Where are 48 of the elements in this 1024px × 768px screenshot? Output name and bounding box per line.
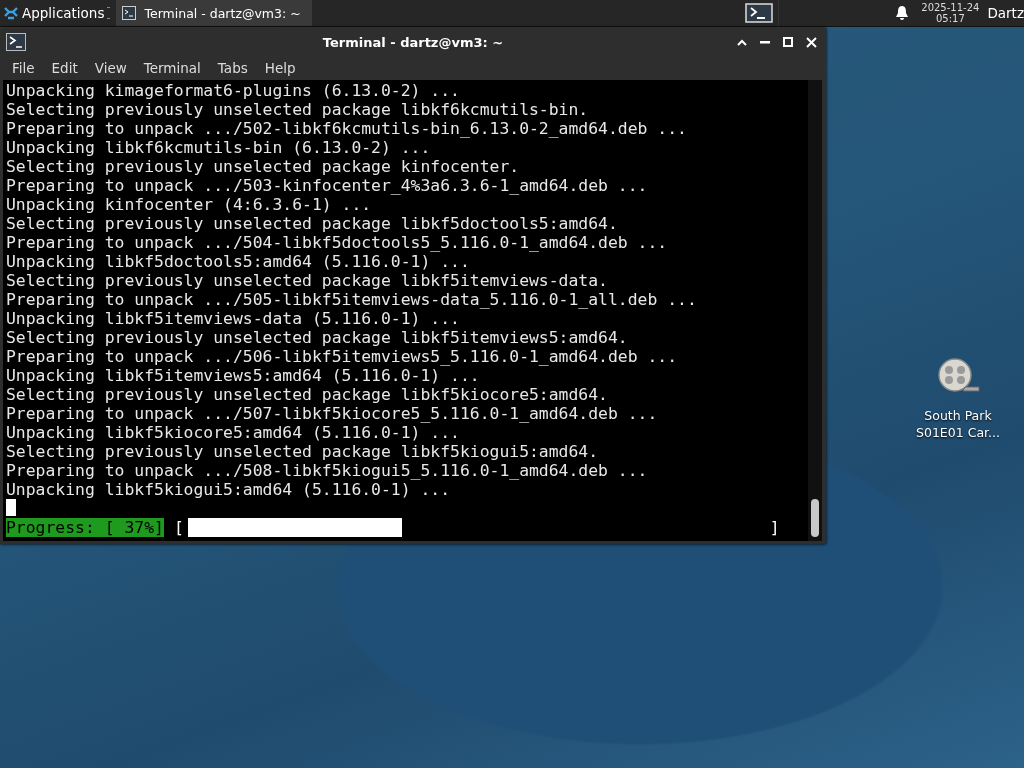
progress-label: Progress: [ 37%]: [6, 518, 164, 537]
terminal-line: Selecting previously unselected package libkf5itemviews-data.: [6, 271, 609, 290]
applications-menu-button[interactable]: Applications: [0, 0, 107, 26]
terminal-line: Selecting previously unselected package libkf5kiocore5:amd64.: [6, 385, 609, 404]
progress-bracket: ]: [769, 518, 780, 537]
terminal-line: Preparing to unpack .../505-libkf5itemviews-data_5.116.0-1_all.deb ...: [6, 290, 698, 309]
terminal-line: Unpacking libkf5itemviews-data (5.116.0-1) ...: [6, 309, 461, 328]
terminal-line: Selecting previously unselected package libkf5itemviews5:amd64.: [6, 328, 629, 347]
text-cursor-icon: [6, 499, 16, 516]
terminal-launcher-icon[interactable]: [745, 3, 774, 23]
progress-bracket: [: [173, 518, 184, 537]
terminal-line: Preparing to unpack .../503-kinfocenter_4%3a6.3.6-1_amd64.deb ...: [6, 176, 649, 195]
terminal-line: Unpacking libkf5itemviews5:amd64 (5.116.0-1) ...: [6, 366, 481, 385]
menu-item[interactable]: Help: [255, 60, 304, 76]
terminal-line: Unpacking libkf5kiocore5:amd64 (5.116.0-1) ...: [6, 423, 461, 442]
terminal-line: Unpacking libkf5kiogui5:amd64 (5.116.0-1) ...: [6, 480, 452, 499]
menu-item[interactable]: Tabs: [208, 60, 256, 76]
shade-icon[interactable]: [737, 38, 747, 46]
terminal-line: Selecting previously unselected package libkf5doctools5:amd64.: [6, 214, 619, 233]
terminal-line: Unpacking libkf5doctools5:amd64 (5.116.0-1) ...: [6, 252, 471, 271]
window-title: Terminal - dartz@vm3: ~: [322, 34, 504, 50]
taskbar-window-button[interactable]: Terminal - dartz@vm3: ~: [116, 0, 313, 26]
menu-item[interactable]: Terminal: [134, 60, 209, 76]
terminal-line: Selecting previously unselected package libkf5kiogui5:amd64.: [6, 442, 600, 461]
terminal-line: Unpacking libkf6kcmutils-bin (6.13.0-2) ...: [6, 138, 432, 157]
terminal-line: Preparing to unpack .../504-libkf5doctools5_5.116.0-1_amd64.deb ...: [6, 233, 669, 252]
desktop-icon-label[interactable]: South Park S01E01 Car...: [908, 407, 1008, 441]
terminal-icon: [6, 33, 26, 51]
terminal-line: Unpacking kimageformat6-plugins (6.13.0-2) ...: [6, 81, 461, 100]
menu-item[interactable]: View: [85, 60, 135, 76]
clock-time: 05:17: [935, 13, 965, 24]
terminal-line: Unpacking kinfocenter (4:6.3.6-1) ...: [6, 195, 373, 214]
minimize-icon[interactable]: [760, 40, 770, 44]
maximize-icon[interactable]: [783, 37, 793, 47]
terminal-line: Preparing to unpack .../506-libkf5itemviews5_5.116.0-1_amd64.deb ...: [6, 347, 679, 366]
terminal-line: Selecting previously unselected package kinfocenter.: [6, 157, 521, 176]
menu-item[interactable]: File: [3, 60, 43, 76]
notification-bell-icon[interactable]: [895, 5, 910, 21]
user-name[interactable]: Dartz: [987, 5, 1024, 21]
terminal-line: Preparing to unpack .../502-libkf6kcmutils-bin_6.13.0-2_amd64.deb ...: [6, 119, 688, 138]
menu-item[interactable]: Edit: [42, 60, 86, 76]
scrollbar-thumb[interactable]: [811, 499, 819, 537]
terminal-icon: [122, 6, 137, 20]
terminal-line: Selecting previously unselected package libkf6kcmutils-bin.: [6, 100, 590, 119]
terminal-line: Preparing to unpack .../507-libkf5kiocore5_5.116.0-1_amd64.deb ...: [6, 404, 659, 423]
clock-date: 2025-11-24: [921, 2, 980, 13]
terminal-line: Preparing to unpack .../508-libkf5kiogui5_5.116.0-1_amd64.deb ...: [6, 461, 649, 480]
close-icon[interactable]: [806, 36, 817, 48]
